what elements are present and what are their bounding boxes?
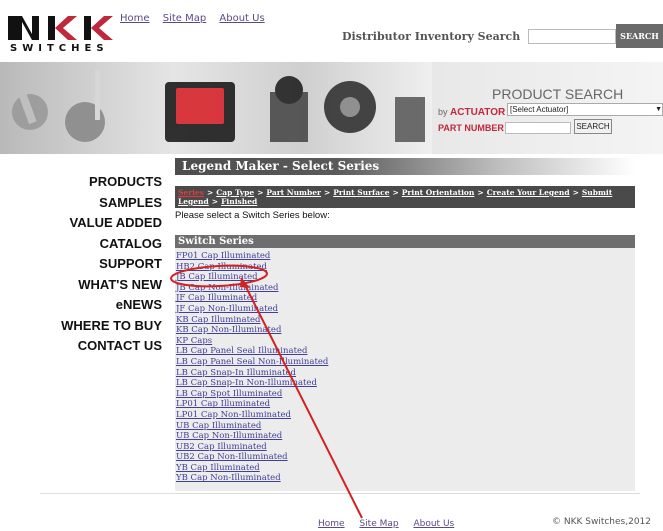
logo-subtitle: SWITCHES [10,43,109,54]
section-heading: Legend Maker - Select Series [175,158,635,175]
actuator-label: by ACTUATOR [438,107,505,118]
breadcrumb-item[interactable]: Create Your Legend [487,188,570,197]
breadcrumb: Series > Cap Type > Part Number > Print Surfac… [175,186,635,208]
by-prefix: by [438,107,448,117]
breadcrumb-separator: > [206,188,214,197]
breadcrumb-item[interactable]: Print Orientation [402,188,475,197]
nav-item-where-to-buy[interactable]: WHERE TO BUY [61,316,162,337]
series-link[interactable]: LB Cap Panel Seal Non-Illuminated [176,357,635,368]
nav-item-products[interactable]: PRODUCTS [61,172,162,193]
footer-link-home[interactable]: Home [318,519,345,529]
nav-item-whats-new[interactable]: WHAT'S NEW [61,275,162,296]
breadcrumb-separator: > [211,197,219,206]
main-nav: PRODUCTS SAMPLES VALUE ADDED CATALOG SUP… [61,172,162,357]
series-link[interactable]: UB Cap Non-Illuminated [176,431,635,442]
series-link[interactable]: KP Caps [176,336,635,347]
series-link[interactable]: KB Cap Illuminated [176,315,635,326]
top-link-about-us[interactable]: About Us [219,13,264,24]
series-link[interactable]: JF Cap Illuminated [176,293,635,304]
actuator-select[interactable]: [Select Actuator] ▼ [507,103,663,116]
footer-divider [40,493,640,494]
series-list: FP01 Cap Illuminated HB2 Cap Illuminated J… [175,248,635,484]
footer-link-site-map[interactable]: Site Map [359,519,398,529]
series-link[interactable]: UB2 Cap Illuminated [176,442,635,453]
series-link[interactable]: UB Cap Illuminated [176,421,635,432]
series-link[interactable]: FP01 Cap Illuminated [176,251,635,262]
series-link[interactable]: HB2 Cap Illuminated [176,262,635,273]
breadcrumb-item[interactable]: Finished [221,197,257,206]
part-number-input[interactable] [505,122,571,134]
series-link[interactable]: JF Cap Non-Illuminated [176,304,635,315]
breadcrumb-item[interactable]: Series [178,188,204,197]
breadcrumb-separator: > [257,188,264,197]
breadcrumb-separator: > [323,188,331,197]
product-search-title: PRODUCT SEARCH [492,86,624,102]
series-link[interactable]: YB Cap Non-Illuminated [176,473,635,484]
breadcrumb-item[interactable]: Cap Type [216,188,254,197]
breadcrumb-separator: > [572,188,579,197]
nav-item-samples[interactable]: SAMPLES [61,193,162,214]
footer-links: Home Site Map About Us [318,519,466,529]
nav-item-support[interactable]: SUPPORT [61,254,162,275]
series-link[interactable]: JB Cap Illuminated [176,272,635,283]
breadcrumb-separator: > [477,188,484,197]
part-number-search-button[interactable]: SEARCH [574,119,612,134]
copyright: © NKK Switches,2012 [552,517,652,527]
actuator-label-text: ACTUATOR [450,107,506,118]
series-link[interactable]: YB Cap Illuminated [176,463,635,474]
switches-banner-image [0,62,432,154]
inventory-search-button[interactable]: SEARCH [616,24,663,48]
series-link[interactable]: JB Cap Non-Illuminated [176,283,635,294]
chevron-down-icon: ▼ [655,106,662,113]
series-link[interactable]: LB Cap Panel Seal Illuminated [176,346,635,357]
breadcrumb-item[interactable]: Part Number [266,188,321,197]
part-number-label: PART NUMBER [438,123,504,133]
inventory-search-label: Distributor Inventory Search [342,30,521,43]
series-link[interactable]: LB Cap Snap-In Non-Illuminated [176,378,635,389]
intro-text: Please select a Switch Series below: [175,210,330,221]
page-title: Legend Maker - Select Series [182,159,380,173]
actuator-select-value: [Select Actuator] [510,105,569,114]
nav-item-catalog[interactable]: CATALOG [61,234,162,255]
footer-link-about-us[interactable]: About Us [413,519,454,529]
inventory-search-input[interactable] [528,29,616,44]
nav-item-contact-us[interactable]: CONTACT US [61,336,162,357]
series-link[interactable]: UB2 Cap Non-Illuminated [176,452,635,463]
breadcrumb-separator: > [392,188,399,197]
top-link-home[interactable]: Home [120,13,150,24]
series-link[interactable]: LB Cap Snap-In Illuminated [176,368,635,379]
breadcrumb-item[interactable]: Print Surface [333,188,389,197]
nkk-logo-mark [8,16,113,40]
top-link-site-map[interactable]: Site Map [163,13,206,24]
series-link[interactable]: LP01 Cap Non-Illuminated [176,410,635,421]
top-links: Home Site Map About Us [120,13,275,24]
series-link[interactable]: LB Cap Spot Illuminated [176,389,635,400]
series-link[interactable]: KB Cap Non-Illuminated [176,325,635,336]
nav-item-enews[interactable]: eNEWS [61,295,162,316]
switch-series-title: Switch Series [175,235,635,248]
switch-series-panel: Switch Series FP01 Cap Illuminated HB2 Ca… [175,235,635,491]
nkk-logo[interactable]: SWITCHES [8,14,118,54]
series-link[interactable]: LP01 Cap Illuminated [176,399,635,410]
nav-item-value-added[interactable]: VALUE ADDED [61,213,162,234]
